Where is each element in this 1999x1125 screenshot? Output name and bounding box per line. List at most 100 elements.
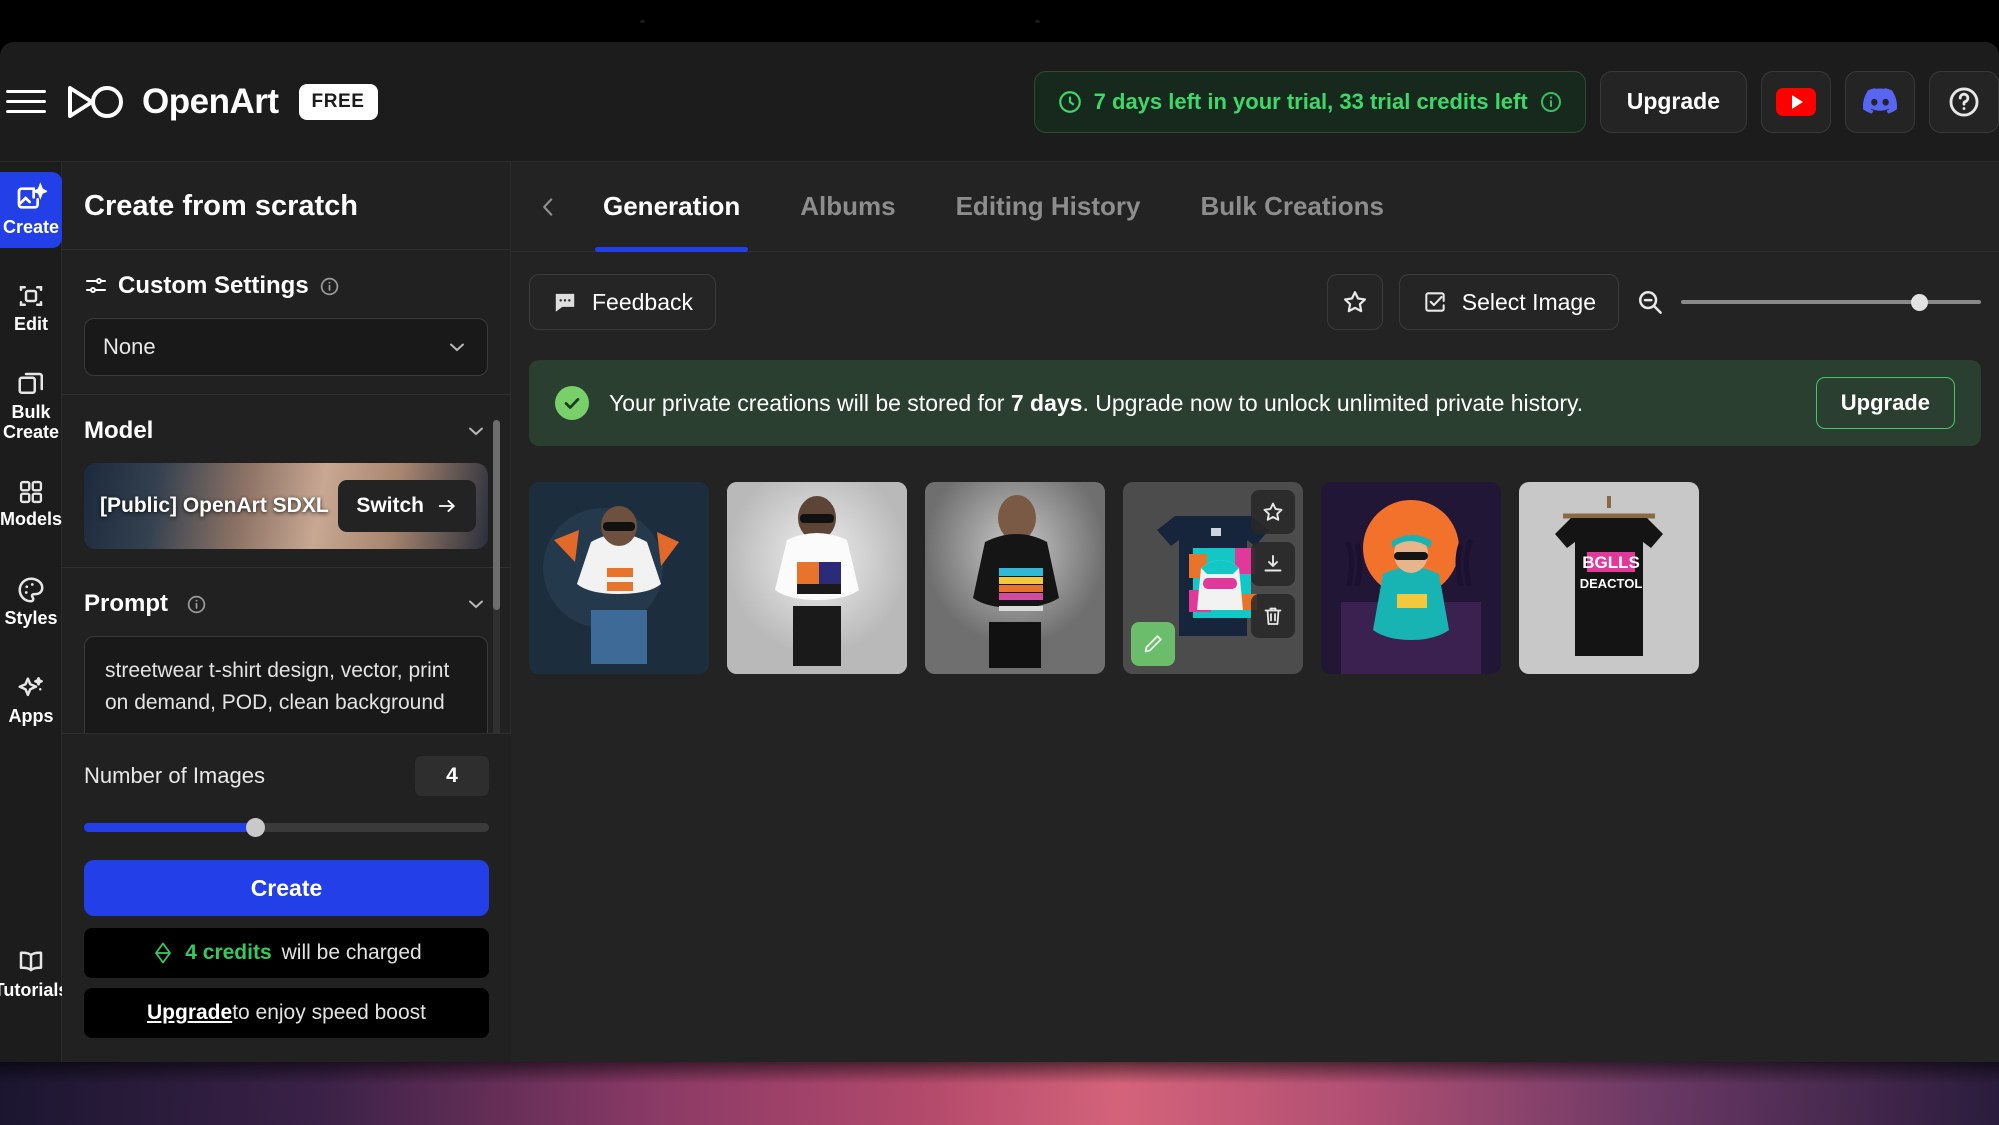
arrow-right-icon xyxy=(436,495,458,517)
tab-bulk-creations[interactable]: Bulk Creations xyxy=(1171,162,1415,252)
custom-settings-select[interactable]: None xyxy=(84,318,488,376)
switch-model-button[interactable]: Switch xyxy=(338,480,476,532)
generated-image-4[interactable] xyxy=(1123,482,1303,674)
youtube-button[interactable] xyxy=(1761,70,1831,133)
layers-icon xyxy=(16,369,46,399)
info-icon[interactable] xyxy=(319,276,340,297)
notice-highlight: 7 days xyxy=(1010,389,1083,416)
custom-settings-header: Custom Settings xyxy=(84,272,488,300)
app-header: OpenArt FREE 7 days left in your trial, … xyxy=(0,42,1999,162)
chevron-down-icon xyxy=(464,419,488,443)
credits-suffix: will be charged xyxy=(281,941,422,964)
image-sparkle-icon xyxy=(15,182,47,214)
notice-text-after: . Upgrade now to unlock unlimited privat… xyxy=(1082,389,1584,416)
tab-back-button[interactable] xyxy=(523,194,573,220)
number-of-images-slider[interactable] xyxy=(84,818,489,837)
generated-image-3[interactable] xyxy=(925,482,1105,674)
slider-fill xyxy=(84,823,255,832)
trial-status-pill[interactable]: 7 days left in your trial, 33 trial cred… xyxy=(1033,70,1586,133)
image-hover-actions xyxy=(1251,490,1295,638)
device-bottom-bezel xyxy=(0,1062,1999,1125)
number-of-images-label: Number of Images xyxy=(84,763,265,788)
crop-frame-icon xyxy=(16,281,46,311)
speed-boost-upgrade[interactable]: Upgrade to enjoy speed boost xyxy=(84,988,489,1038)
sidebar-item-create[interactable]: Create xyxy=(0,172,62,248)
credits-amount: 4 credits xyxy=(185,941,272,964)
model-header[interactable]: Model xyxy=(84,417,488,445)
create-button[interactable]: Create xyxy=(84,860,489,916)
sidebar-item-models[interactable]: Models xyxy=(0,466,62,542)
sidebar-label-tutorials: Tutorials xyxy=(0,980,69,1001)
prompt-header[interactable]: Prompt xyxy=(84,590,488,618)
youtube-icon xyxy=(1776,87,1816,116)
favorite-image-button[interactable] xyxy=(1251,490,1295,534)
select-image-button[interactable]: Select Image xyxy=(1398,274,1619,330)
sidebar-label-edit: Edit xyxy=(14,314,48,335)
speed-boost-upgrade-link[interactable]: Upgrade xyxy=(147,1001,232,1025)
bezel-dot-right xyxy=(1035,20,1040,23)
info-icon[interactable] xyxy=(1539,90,1563,114)
select-image-label: Select Image xyxy=(1461,288,1596,315)
panel-scrollbar-thumb[interactable] xyxy=(493,420,500,610)
generated-image-5[interactable] xyxy=(1321,482,1501,674)
chevron-down-icon xyxy=(445,335,469,359)
generated-image-1[interactable] xyxy=(529,482,709,674)
trial-status-text: 7 days left in your trial, 33 trial cred… xyxy=(1093,88,1528,114)
main-content: Generation Albums Editing History Bulk C… xyxy=(511,162,1999,1064)
number-of-images-value[interactable]: 4 xyxy=(415,756,489,796)
edit-image-button[interactable] xyxy=(1131,622,1175,666)
feedback-button[interactable]: Feedback xyxy=(529,274,717,330)
custom-settings-section: Custom Settings None xyxy=(62,250,510,395)
prompt-label: Prompt xyxy=(84,590,168,617)
sidebar-item-tutorials[interactable]: Tutorials xyxy=(0,936,68,1012)
delete-image-button[interactable] xyxy=(1251,594,1295,638)
generated-image-2[interactable] xyxy=(727,482,907,674)
notice-text-before: Your private creations will be stored fo… xyxy=(609,389,1011,416)
tab-bar: Generation Albums Editing History Bulk C… xyxy=(511,162,1999,252)
favorite-filter-button[interactable] xyxy=(1326,274,1383,330)
discord-button[interactable] xyxy=(1845,70,1915,133)
help-button[interactable] xyxy=(1929,70,1999,133)
sidebar-item-edit[interactable]: Edit xyxy=(0,270,62,346)
credit-diamond-icon xyxy=(151,941,175,965)
content-toolbar: Feedback Select Image xyxy=(511,252,1999,352)
check-circle-icon xyxy=(555,386,589,420)
number-of-images-row: Number of Images 4 xyxy=(84,756,489,796)
sidebar-label-models: Models xyxy=(0,509,63,530)
hamburger-icon[interactable] xyxy=(6,80,50,124)
notice-upgrade-button[interactable]: Upgrade xyxy=(1815,377,1955,429)
chevron-down-icon xyxy=(464,592,488,616)
download-image-button[interactable] xyxy=(1251,542,1295,586)
star-icon xyxy=(1341,288,1369,316)
help-circle-icon xyxy=(1947,85,1981,119)
toolbar-right-actions: Select Image xyxy=(1326,274,1981,330)
zoom-out-button[interactable] xyxy=(1635,287,1665,317)
left-nav-rail: Create Edit Bulk Create Models Styles Ap… xyxy=(0,162,68,1064)
custom-settings-value: None xyxy=(103,334,156,359)
info-icon[interactable] xyxy=(186,594,207,615)
page-title: Create from scratch xyxy=(62,162,510,250)
speed-boost-suffix: to enjoy speed boost xyxy=(232,1001,426,1024)
discord-icon xyxy=(1863,88,1897,115)
selected-model-card[interactable]: [Public] OpenArt SDXL Switch xyxy=(84,463,488,549)
tab-editing-history[interactable]: Editing History xyxy=(926,162,1171,252)
zoom-slider[interactable] xyxy=(1681,294,1981,311)
sidebar-item-bulk-create[interactable]: Bulk Create xyxy=(0,368,62,444)
tab-generation[interactable]: Generation xyxy=(573,162,770,252)
sidebar-label-bulk-create: Bulk Create xyxy=(2,402,60,442)
sidebar-item-styles[interactable]: Styles xyxy=(0,564,62,640)
create-panel: Create from scratch Custom Settings None… xyxy=(62,162,511,1064)
generated-image-6[interactable]: BGLLS DEACTOL xyxy=(1519,482,1699,674)
select-square-icon xyxy=(1422,289,1448,315)
plan-badge: FREE xyxy=(298,83,378,120)
upgrade-button[interactable]: Upgrade xyxy=(1599,70,1747,133)
palette-icon xyxy=(16,575,46,605)
tab-albums[interactable]: Albums xyxy=(770,162,925,252)
private-history-notice: Your private creations will be stored fo… xyxy=(529,360,1981,446)
sidebar-item-apps[interactable]: Apps xyxy=(0,662,62,738)
create-controls: Number of Images 4 Create 4 credits will xyxy=(62,733,511,1064)
slider-knob[interactable] xyxy=(246,818,265,837)
brand[interactable]: OpenArt FREE xyxy=(62,82,378,122)
zoom-slider-knob[interactable] xyxy=(1911,294,1928,311)
sidebar-label-styles: Styles xyxy=(4,608,58,629)
